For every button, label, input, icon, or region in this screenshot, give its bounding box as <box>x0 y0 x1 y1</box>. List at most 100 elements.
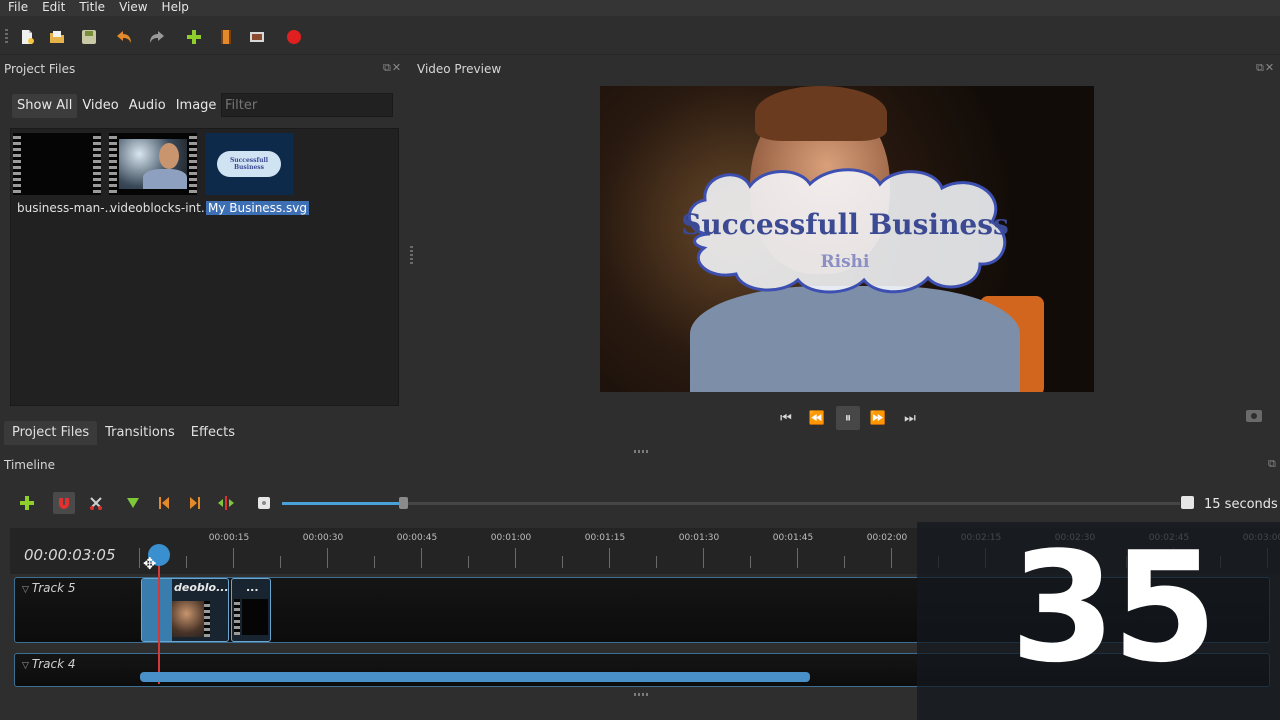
ruler-label: 00:00:15 <box>208 533 250 543</box>
center-timeline-icon[interactable] <box>215 492 237 514</box>
filter-input[interactable] <box>221 93 393 117</box>
menu-edit[interactable]: Edit <box>34 0 71 16</box>
add-track-icon[interactable] <box>16 492 38 514</box>
ruler-tick <box>468 556 469 568</box>
pause-icon[interactable]: ⏸ <box>836 406 860 430</box>
camera-snapshot-icon[interactable] <box>1246 410 1262 422</box>
menu-view[interactable]: View <box>111 0 153 16</box>
collapse-arrow-icon[interactable]: ▽ <box>22 585 32 595</box>
clip-thumbnail <box>172 601 208 637</box>
clip-title: deoblo... <box>174 581 229 594</box>
redo-icon[interactable] <box>147 27 167 47</box>
clip-selection-handle[interactable] <box>142 579 172 641</box>
next-marker-icon[interactable] <box>184 492 206 514</box>
rewind-icon[interactable]: ⏪ <box>805 406 829 430</box>
export-video-icon[interactable] <box>284 27 304 47</box>
ruler-tick <box>562 556 563 568</box>
new-project-icon[interactable] <box>17 27 37 47</box>
ruler-tick <box>327 548 328 568</box>
jump-end-icon[interactable]: ⏭ <box>898 406 922 430</box>
video-preview-frame: Successfull Business Rishi <box>600 86 1094 392</box>
ruler-tick <box>280 556 281 568</box>
menu-bar: File Edit Title View Help <box>0 0 1280 16</box>
file-label: business-man-... <box>17 201 117 215</box>
ruler-tick <box>374 556 375 568</box>
collapse-arrow-icon[interactable]: ▽ <box>22 661 32 671</box>
thumbnail-title-text: Successfull Business <box>229 157 269 171</box>
clip-my-business[interactable]: ... <box>231 578 271 642</box>
ruler-label: 00:01:00 <box>490 533 532 543</box>
zoom-slider-handle[interactable] <box>399 497 408 509</box>
overlay-subtitle-text: Rishi <box>820 252 870 272</box>
main-toolbar <box>0 20 1280 55</box>
fast-forward-icon[interactable]: ⏩ <box>866 406 890 430</box>
file-thumbnail-videoblocks[interactable] <box>109 133 197 195</box>
episode-number: 35 <box>1010 519 1218 696</box>
timeline-title: Timeline <box>4 458 56 472</box>
panel-float-close-icon[interactable]: ⧉✕ <box>1256 61 1275 75</box>
ruler-tick <box>844 556 845 568</box>
timeline-horizontal-scrollbar[interactable] <box>140 672 810 682</box>
filter-image[interactable]: Image <box>171 94 222 118</box>
video-person-hair <box>755 86 887 141</box>
toolbar-grip[interactable] <box>5 29 8 45</box>
jump-start-icon[interactable]: ⏮ <box>774 406 798 430</box>
ruler-tick <box>656 556 657 568</box>
track-name: Track 4 <box>31 657 76 671</box>
playhead-line[interactable] <box>158 560 160 684</box>
tab-transitions[interactable]: Transitions <box>97 421 183 445</box>
ruler-tick <box>139 548 140 568</box>
ruler-tick <box>186 556 187 568</box>
ruler-label: 00:01:45 <box>772 533 814 543</box>
tab-project-files[interactable]: Project Files <box>4 421 98 445</box>
save-project-icon[interactable] <box>79 27 99 47</box>
zoom-label: 15 seconds <box>1204 497 1278 512</box>
track-4-label: ▽ Track 4 <box>22 657 75 671</box>
previous-marker-icon[interactable] <box>153 492 175 514</box>
panel-tabs: Project Files Transitions Effects <box>4 421 243 445</box>
ruler-label: 00:01:30 <box>678 533 720 543</box>
clip-thumbnail <box>242 599 268 635</box>
ruler-tick <box>797 548 798 568</box>
project-files-filter-tabs: Show All Video Audio Image <box>12 94 221 118</box>
ruler-tick <box>515 548 516 568</box>
overlay-title-text: Successfull Business <box>681 208 1009 241</box>
import-files-icon[interactable] <box>184 27 204 47</box>
menu-file[interactable]: File <box>0 0 34 16</box>
vertical-splitter[interactable] <box>410 246 413 264</box>
video-preview-title: Video Preview <box>417 62 502 76</box>
open-project-icon[interactable] <box>47 27 67 47</box>
menu-title[interactable]: Title <box>71 0 111 16</box>
filter-video[interactable]: Video <box>77 94 123 118</box>
ruler-label: 00:01:15 <box>584 533 626 543</box>
ruler-tick <box>233 548 234 568</box>
clip-title: ... <box>246 581 259 594</box>
panel-float-close-icon[interactable]: ⧉✕ <box>383 61 402 75</box>
clip-videoblocks[interactable]: deoblo... <box>141 578 229 642</box>
ruler-label: 00:02:00 <box>866 533 908 543</box>
filter-show-all[interactable]: Show All <box>12 94 78 118</box>
zoom-fit-icon[interactable] <box>253 492 275 514</box>
bottom-splitter[interactable] <box>634 693 650 696</box>
tab-effects[interactable]: Effects <box>183 421 243 445</box>
file-thumbnail-my-business-svg[interactable]: Successfull Business <box>205 133 293 195</box>
filter-audio[interactable]: Audio <box>124 94 171 118</box>
undo-icon[interactable] <box>114 27 134 47</box>
choose-profile-icon[interactable] <box>216 27 236 47</box>
zoom-slider-fill <box>282 502 404 505</box>
ruler-tick <box>609 548 610 568</box>
current-time-readout: 00:00:03:05 <box>24 546 116 564</box>
zoom-checkbox[interactable] <box>1181 496 1194 509</box>
file-thumbnail-business-man[interactable] <box>13 133 101 195</box>
project-files-list: business-man-... videoblocks-int... Succ… <box>10 128 399 406</box>
ruler-tick <box>421 548 422 568</box>
add-marker-icon[interactable] <box>122 492 144 514</box>
snapping-magnet-icon[interactable] <box>53 492 75 514</box>
zoom-slider-track[interactable] <box>404 502 1180 505</box>
menu-help[interactable]: Help <box>154 0 195 16</box>
ruler-tick <box>703 548 704 568</box>
horizontal-splitter[interactable] <box>634 450 650 453</box>
fullscreen-icon[interactable] <box>247 27 267 47</box>
razor-cut-icon[interactable] <box>85 492 107 514</box>
panel-float-icon[interactable]: ⧉ <box>1268 457 1277 471</box>
